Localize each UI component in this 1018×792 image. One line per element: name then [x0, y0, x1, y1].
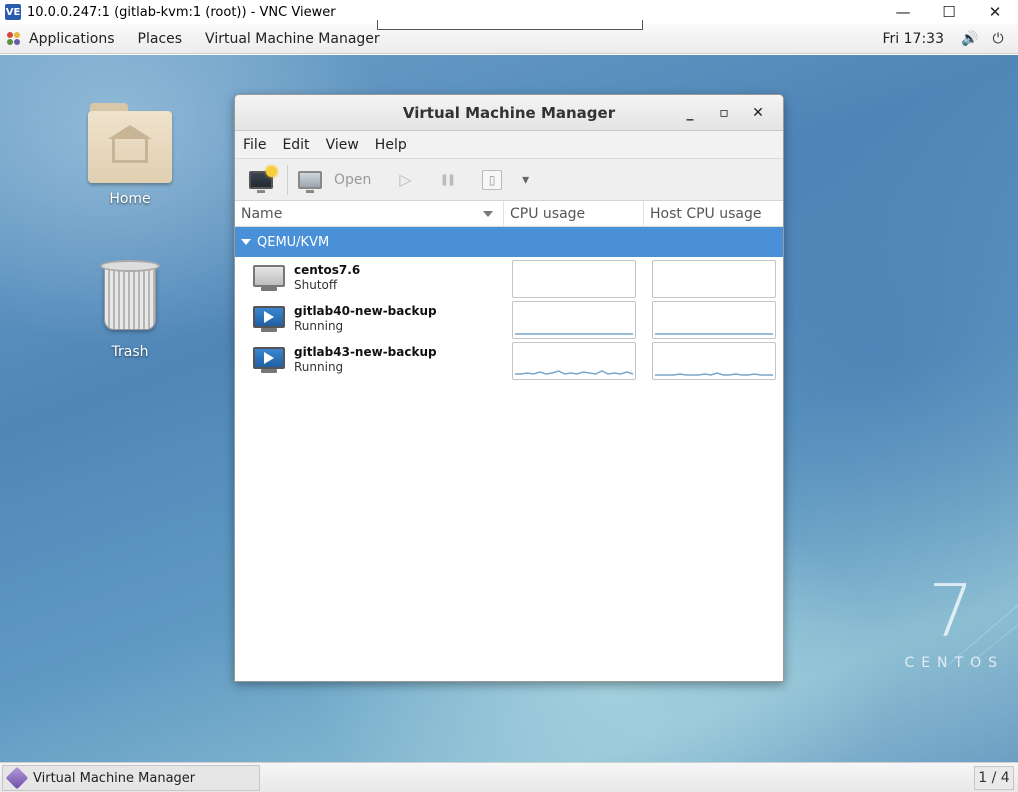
vm-name: gitlab43-new-backup — [294, 344, 437, 359]
shutdown-dropdown-button[interactable]: ▾ — [522, 172, 529, 188]
vmm-close-button[interactable]: ✕ — [741, 103, 775, 123]
toolbar-separator — [287, 164, 288, 195]
bottom-taskbar: Virtual Machine Manager 1 / 4 — [0, 762, 1018, 792]
vmm-window: Virtual Machine Manager _ ▫ ✕ File Edit … — [234, 94, 784, 682]
home-folder-icon — [88, 103, 172, 183]
menu-view[interactable]: View — [318, 137, 367, 153]
column-header-host-cpu-usage[interactable]: Host CPU usage — [644, 201, 783, 227]
vmm-window-title: Virtual Machine Manager — [402, 103, 616, 122]
shutdown-icon: ▯ — [488, 172, 496, 187]
connection-label: QEMU/KVM — [257, 234, 330, 250]
volume-icon[interactable]: 🔊 — [961, 31, 978, 47]
places-menu[interactable]: Places — [138, 31, 183, 47]
vnc-maximize-button[interactable]: ☐ — [926, 0, 972, 24]
desktop-icon-label: Home — [109, 191, 151, 207]
centos-wordmark: CENTOS — [904, 655, 1004, 671]
column-header-name[interactable]: Name — [235, 200, 504, 227]
open-button[interactable]: Open — [298, 170, 372, 193]
play-icon: ▷ — [399, 170, 412, 189]
vnc-close-button[interactable]: ✕ — [972, 0, 1018, 24]
column-header-label: CPU usage — [510, 205, 586, 222]
power-icon[interactable]: ⏻ — [990, 31, 1006, 47]
vm-row[interactable]: gitlab40-new-backup Running — [235, 298, 783, 339]
vm-running-icon — [253, 346, 285, 373]
chevron-down-icon: ▾ — [522, 171, 530, 188]
shutdown-button[interactable]: ▯ — [482, 169, 503, 190]
vmm-maximize-button[interactable]: ▫ — [707, 103, 741, 123]
menu-help[interactable]: Help — [367, 137, 415, 153]
desktop-icon-label: Trash — [111, 344, 149, 360]
menu-edit[interactable]: Edit — [274, 137, 317, 153]
vm-shutoff-icon — [253, 264, 285, 291]
expander-arrow-icon[interactable] — [241, 239, 251, 245]
vmm-minimize-button[interactable]: _ — [673, 103, 707, 123]
open-label: Open — [334, 171, 372, 188]
vm-name: centos7.6 — [294, 262, 361, 277]
vm-status: Running — [294, 318, 344, 333]
vm-row[interactable]: centos7.6 Shutoff — [235, 257, 783, 298]
workspace-switcher[interactable]: 1 / 4 — [974, 766, 1014, 790]
vm-status: Shutoff — [294, 277, 338, 292]
centos-version-number: 7 — [928, 569, 974, 653]
host-cpu-usage-graph — [652, 342, 776, 380]
desktop-icon-home[interactable]: Home — [80, 103, 180, 207]
connection-row-qemu-kvm[interactable]: QEMU/KVM — [235, 227, 783, 257]
new-vm-icon — [249, 165, 277, 193]
cpu-usage-graph — [512, 301, 636, 339]
vm-list: centos7.6 Shutoff gitlab40-new-backup Runni… — [235, 257, 783, 380]
column-header-label: Host CPU usage — [650, 205, 762, 222]
app-menu[interactable]: Virtual Machine Manager — [205, 31, 380, 47]
vnc-logo-icon: VE — [5, 4, 21, 20]
pause-button[interactable]: ❚❚ — [439, 173, 457, 186]
vm-list-header: Name CPU usage Host CPU usage — [235, 200, 783, 227]
vm-name: gitlab40-new-backup — [294, 303, 437, 318]
taskbar-item-vmm[interactable]: Virtual Machine Manager — [2, 765, 260, 791]
vmm-toolbar: Open ▷ ❚❚ ▯ ▾ — [235, 159, 783, 201]
cpu-usage-graph — [512, 260, 636, 298]
host-cpu-usage-graph — [652, 260, 776, 298]
taskbar-item-label: Virtual Machine Manager — [33, 770, 196, 786]
column-header-label: Name — [241, 205, 283, 222]
vnc-minimize-button[interactable]: — — [880, 0, 926, 24]
vm-running-icon — [253, 305, 285, 332]
menu-file[interactable]: File — [235, 137, 274, 153]
vmm-app-icon — [5, 766, 29, 790]
vmm-menubar: File Edit View Help — [235, 131, 783, 159]
vnc-window-title: 10.0.0.247:1 (gitlab-kvm:1 (root)) - VNC… — [27, 4, 336, 20]
desktop-icon-trash[interactable]: Trash — [80, 260, 180, 360]
run-button[interactable]: ▷ — [399, 170, 411, 189]
console-icon — [298, 170, 322, 193]
applications-menu[interactable]: Applications — [29, 31, 115, 47]
clock[interactable]: Fri 17:33 — [883, 31, 944, 47]
host-cpu-usage-graph — [652, 301, 776, 339]
vm-row[interactable]: gitlab43-new-backup Running — [235, 339, 783, 380]
cpu-usage-graph — [512, 342, 636, 380]
pause-icon: ❚❚ — [439, 173, 457, 186]
column-header-cpu-usage[interactable]: CPU usage — [504, 200, 644, 227]
sort-arrow-icon — [483, 210, 493, 217]
applications-icon — [7, 31, 21, 46]
vm-status: Running — [294, 359, 344, 374]
new-vm-button[interactable] — [249, 165, 277, 193]
trash-icon — [100, 260, 160, 332]
vnc-toolbar-slot — [377, 20, 643, 30]
vmm-titlebar[interactable]: Virtual Machine Manager _ ▫ ✕ — [235, 95, 783, 131]
